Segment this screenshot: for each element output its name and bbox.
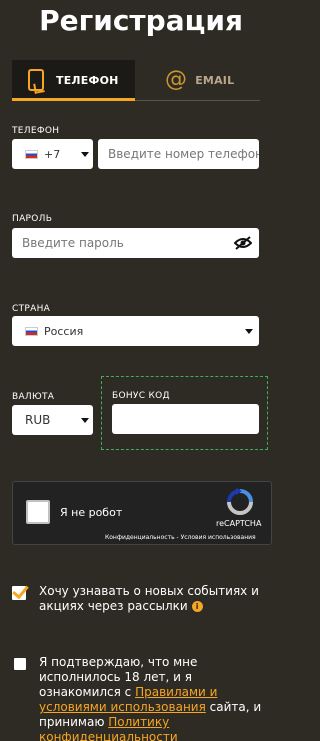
newsletter-checkbox[interactable] [12,586,26,600]
phone-input[interactable]: Введите номер телефона [98,139,259,169]
currency-value: RUB [25,413,51,427]
bonus-code-label: БОНУС КОД [112,391,170,401]
recaptcha-widget: Я не робот reCAPTCHA Конфиденциальность … [12,481,272,545]
tab-phone-label: ТЕЛЕФОН [56,73,119,87]
tab-divider [135,100,260,101]
tab-email-label: EMAIL [195,73,235,87]
recaptcha-brand: reCAPTCHA [216,519,262,528]
password-label: ПАРОЛЬ [12,214,53,224]
country-select[interactable]: Россия [12,316,259,346]
bonus-code-container: БОНУС КОД [101,376,268,450]
recaptcha-label: Я не робот [60,506,123,519]
chevron-down-icon [245,329,253,334]
currency-select[interactable]: RUB [12,405,93,435]
country-label: СТРАНА [12,304,51,314]
country-code-value: +7 [44,147,61,161]
terms-text: Я подтверждаю, что мне исполнилось 18 ле… [39,655,267,741]
phone-icon [28,69,44,91]
password-input[interactable]: Введите пароль [12,228,259,258]
recaptcha-privacy-links[interactable]: Конфиденциальность - Условия использован… [105,534,256,541]
russia-flag-icon [25,326,38,336]
phone-label: ТЕЛЕФОН [12,126,60,136]
password-input-placeholder: Введите пароль [22,236,124,250]
registration-tabs: ТЕЛЕФОН @ EMAIL [12,60,260,102]
newsletter-label: Хочу узнавать о новых событиях и акциях … [39,584,259,613]
active-tab-indicator [12,98,135,101]
page-title: Регистрация [39,4,243,37]
tab-phone[interactable]: ТЕЛЕФОН [12,60,135,100]
phone-input-placeholder: Введите номер телефона [108,147,259,161]
chevron-down-icon [81,152,89,157]
eye-slash-icon[interactable] [234,236,252,250]
terms-checkbox[interactable] [14,658,26,670]
country-code-select[interactable]: +7 [12,139,93,169]
info-icon[interactable]: i [191,601,203,612]
tab-email[interactable]: @ EMAIL [135,60,260,100]
chevron-down-icon [81,418,89,423]
newsletter-text: Хочу узнавать о новых событиях и акциях … [39,584,274,614]
country-value: Россия [44,324,84,338]
at-icon: @ [165,67,188,92]
russia-flag-icon [25,149,38,159]
recaptcha-checkbox[interactable] [26,500,50,524]
recaptcha-logo-icon [227,488,253,515]
currency-label: ВАЛЮТА [12,392,55,402]
bonus-code-input[interactable] [112,404,259,434]
